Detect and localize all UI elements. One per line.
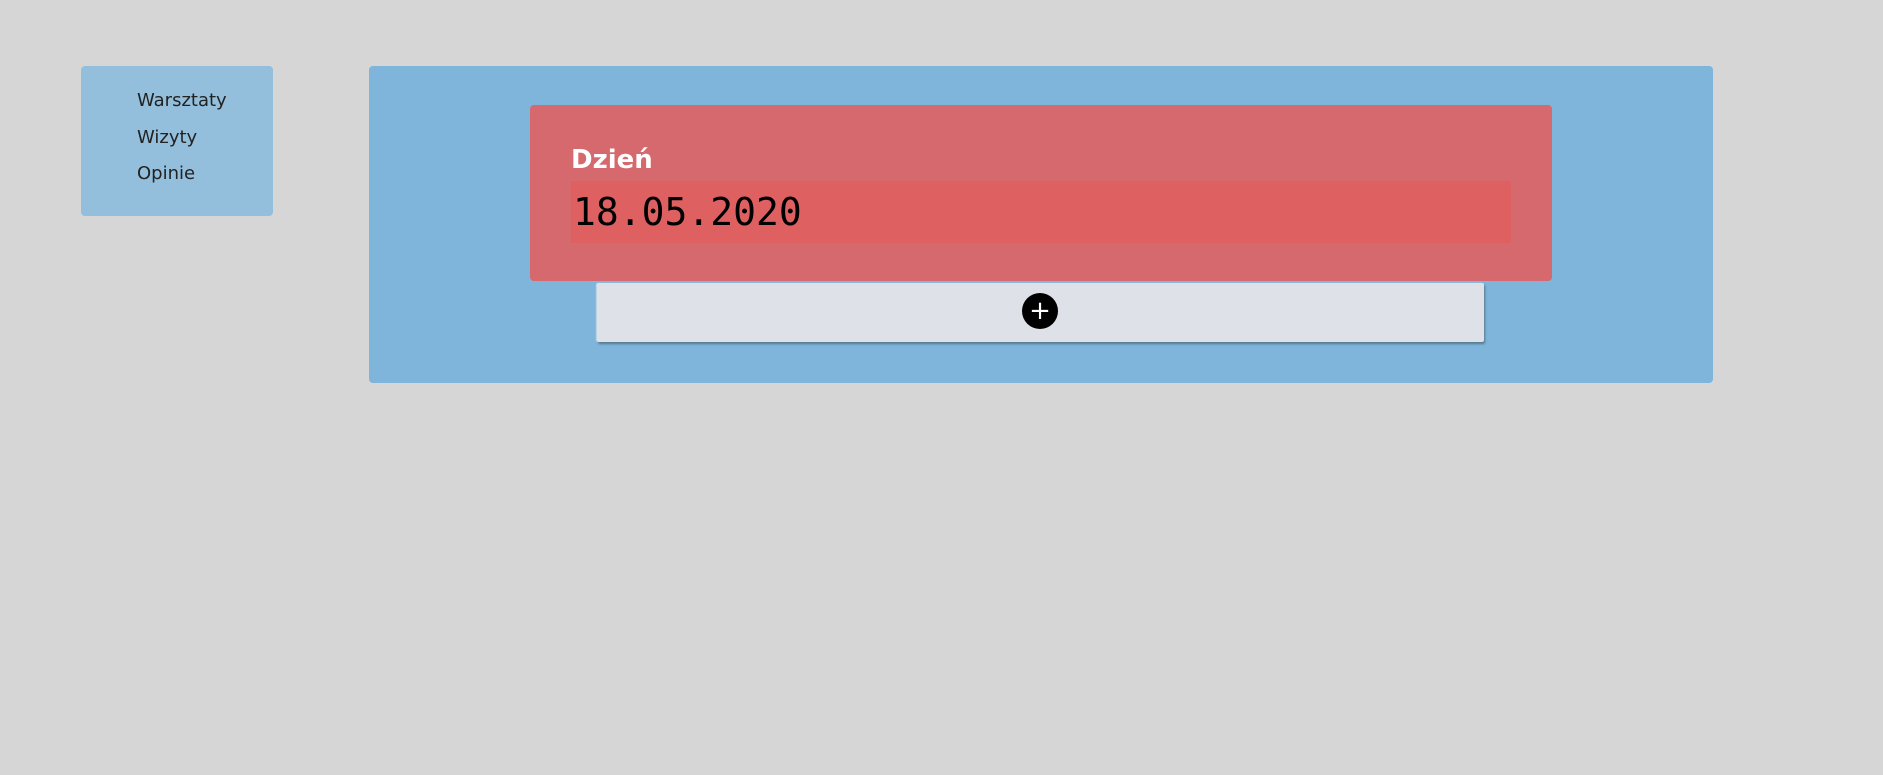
sidebar: Warsztaty Wizyty Opinie xyxy=(81,66,273,216)
main-panel: Dzień 18.05.2020 + xyxy=(369,66,1713,383)
sidebar-item-wizyty[interactable]: Wizyty xyxy=(137,127,273,164)
date-field[interactable]: 18.05.2020 xyxy=(571,181,1511,243)
day-label: Dzień xyxy=(571,145,653,175)
plus-icon[interactable]: + xyxy=(1022,293,1058,329)
day-card: Dzień 18.05.2020 xyxy=(530,105,1552,281)
add-day-button[interactable]: + xyxy=(597,283,1484,342)
sidebar-item-warsztaty[interactable]: Warsztaty xyxy=(137,90,273,127)
sidebar-item-opinie[interactable]: Opinie xyxy=(137,163,273,200)
